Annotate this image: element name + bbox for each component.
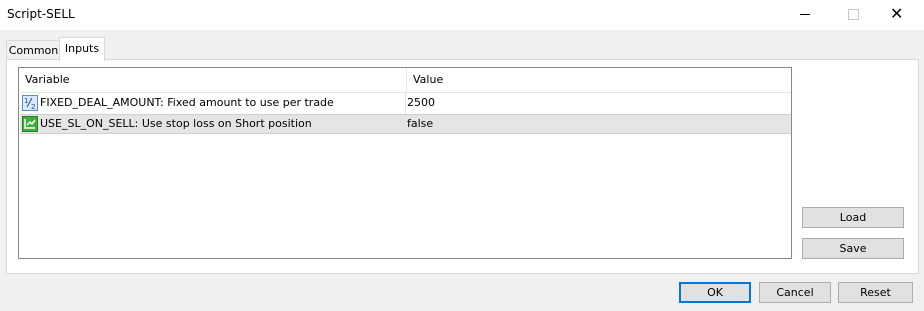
table-row[interactable]: USE_SL_ON_SELL: Use stop loss on Short p… [20, 114, 791, 134]
row-value[interactable]: false [407, 115, 787, 133]
reset-button[interactable]: Reset [838, 282, 913, 303]
boolean-param-icon [22, 116, 38, 132]
minimize-icon [800, 14, 810, 15]
close-icon: ✕ [890, 4, 904, 23]
row-value[interactable]: 2500 [407, 93, 787, 113]
maximize-button[interactable] [830, 0, 876, 30]
number-param-icon: 1 2 [22, 95, 38, 111]
minimize-button[interactable] [782, 0, 828, 30]
column-header-variable[interactable]: Variable [19, 68, 407, 92]
inputs-grid[interactable]: Variable Value 1 2 FIXED_DEAL_AMOUNT: Fi… [18, 67, 792, 259]
row-variable: USE_SL_ON_SELL: Use stop loss on Short p… [40, 117, 312, 130]
table-row[interactable]: 1 2 FIXED_DEAL_AMOUNT: Fixed amount to u… [20, 93, 791, 113]
tab-common[interactable]: Common [6, 40, 61, 61]
window-title: Script-SELL [7, 7, 75, 21]
grid-header: Variable Value [19, 68, 791, 93]
inputs-tab-panel: Variable Value 1 2 FIXED_DEAL_AMOUNT: Fi… [6, 59, 919, 274]
ok-button[interactable]: OK [679, 282, 751, 303]
title-bar: Script-SELL ✕ [0, 0, 924, 30]
maximize-icon [848, 9, 859, 20]
load-button[interactable]: Load [802, 207, 904, 228]
svg-text:2: 2 [31, 103, 35, 111]
row-variable: FIXED_DEAL_AMOUNT: Fixed amount to use p… [40, 96, 334, 109]
svg-text:1: 1 [24, 97, 28, 105]
tab-inputs[interactable]: Inputs [59, 37, 105, 61]
cancel-button[interactable]: Cancel [759, 282, 831, 303]
column-header-value[interactable]: Value [407, 68, 793, 92]
save-button[interactable]: Save [802, 238, 904, 259]
close-button[interactable]: ✕ [874, 0, 920, 30]
